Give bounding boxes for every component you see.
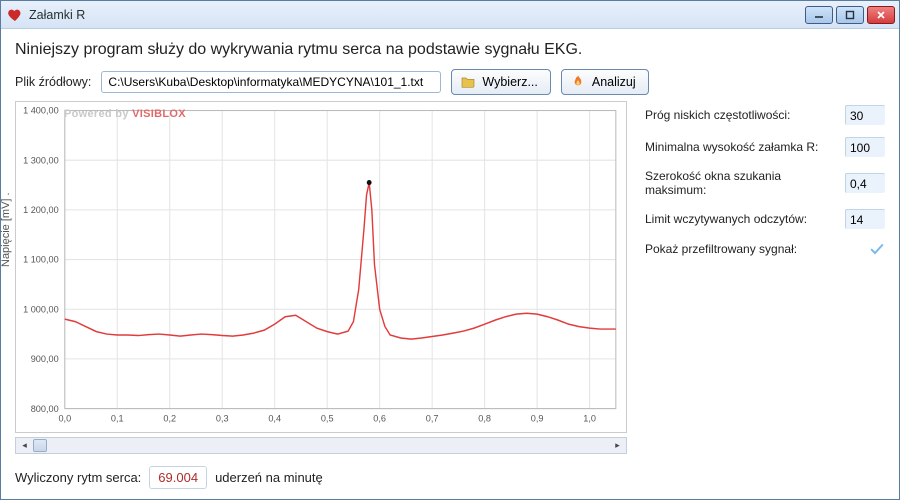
- analyze-button[interactable]: Analizuj: [561, 69, 649, 95]
- read-limit-label: Limit wczytywanych odczytów:: [645, 212, 807, 226]
- low-freq-label: Próg niskich częstotliwości:: [645, 108, 790, 122]
- chart-y-axis-label: Napięcie [mV] .: [0, 192, 12, 267]
- flame-icon: [570, 74, 586, 90]
- program-description: Niniejszy program służy do wykrywania ry…: [15, 41, 885, 59]
- svg-text:0,0: 0,0: [58, 413, 71, 423]
- svg-text:800,00: 800,00: [31, 404, 59, 414]
- window-controls: [805, 6, 895, 24]
- parameters-panel: Próg niskich częstotliwości: Minimalna w…: [645, 101, 885, 454]
- svg-text:900,00: 900,00: [31, 354, 59, 364]
- svg-text:0,6: 0,6: [373, 413, 386, 423]
- app-window: Załamki R Niniejszy program służy do wyk…: [0, 0, 900, 500]
- browse-label: Wybierz...: [482, 75, 537, 89]
- chart-area: Powered by VISIBLOX Napięcie [mV] . 800,…: [15, 101, 627, 433]
- svg-text:1 200,00: 1 200,00: [23, 205, 59, 215]
- svg-text:1 400,00: 1 400,00: [23, 106, 59, 116]
- titlebar: Załamki R: [1, 1, 899, 29]
- svg-text:0,1: 0,1: [111, 413, 124, 423]
- main-row: Powered by VISIBLOX Napięcie [mV] . 800,…: [15, 101, 885, 454]
- file-path-input[interactable]: [101, 71, 441, 93]
- heart-icon: [7, 7, 23, 23]
- min-r-label: Minimalna wysokość załamka R:: [645, 140, 818, 154]
- chart-watermark: Powered by VISIBLOX: [64, 108, 186, 120]
- svg-text:1 000,00: 1 000,00: [23, 304, 59, 314]
- scroll-right-icon[interactable]: ▸: [609, 438, 626, 453]
- browse-button[interactable]: Wybierz...: [451, 69, 550, 95]
- svg-text:0,8: 0,8: [478, 413, 491, 423]
- window-title: Załamki R: [29, 8, 805, 22]
- svg-text:1 300,00: 1 300,00: [23, 155, 59, 165]
- scroll-left-icon[interactable]: ◂: [16, 438, 33, 453]
- minimize-button[interactable]: [805, 6, 833, 24]
- maximize-button[interactable]: [836, 6, 864, 24]
- content-area: Niniejszy program służy do wykrywania ry…: [1, 29, 899, 499]
- result-prefix: Wyliczony rytm serca:: [15, 470, 141, 485]
- window-width-label: Szerokość okna szukania maksimum:: [645, 169, 837, 197]
- file-row: Plik źródłowy: Wybierz... Analizuj: [15, 69, 885, 95]
- show-filtered-checkbox[interactable]: [869, 241, 885, 257]
- chart-scrollbar[interactable]: ◂ ▸: [15, 437, 627, 454]
- scroll-thumb[interactable]: [33, 439, 47, 452]
- read-limit-input[interactable]: [845, 209, 885, 229]
- svg-text:1 100,00: 1 100,00: [23, 255, 59, 265]
- result-row: Wyliczony rytm serca: 69.004 uderzeń na …: [15, 466, 885, 489]
- window-width-input[interactable]: [845, 173, 885, 193]
- svg-text:0,3: 0,3: [216, 413, 229, 423]
- file-label: Plik źródłowy:: [15, 75, 91, 89]
- svg-text:1,0: 1,0: [583, 413, 596, 423]
- svg-text:0,5: 0,5: [321, 413, 334, 423]
- svg-text:0,7: 0,7: [426, 413, 439, 423]
- show-filtered-label: Pokaż przefiltrowany sygnał:: [645, 242, 797, 256]
- min-r-input[interactable]: [845, 137, 885, 157]
- chart-column: Powered by VISIBLOX Napięcie [mV] . 800,…: [15, 101, 627, 454]
- close-button[interactable]: [867, 6, 895, 24]
- svg-text:0,4: 0,4: [268, 413, 281, 423]
- heart-rate-value: 69.004: [149, 466, 207, 489]
- ecg-chart: 800,00 900,00 1 000,00 1 100,00 1 200,00 1 30…: [16, 102, 626, 432]
- analyze-label: Analizuj: [592, 75, 636, 89]
- svg-text:0,2: 0,2: [163, 413, 176, 423]
- svg-text:0,9: 0,9: [531, 413, 544, 423]
- low-freq-input[interactable]: [845, 105, 885, 125]
- folder-icon: [460, 74, 476, 90]
- scroll-track[interactable]: [33, 438, 609, 453]
- result-suffix: uderzeń na minutę: [215, 470, 323, 485]
